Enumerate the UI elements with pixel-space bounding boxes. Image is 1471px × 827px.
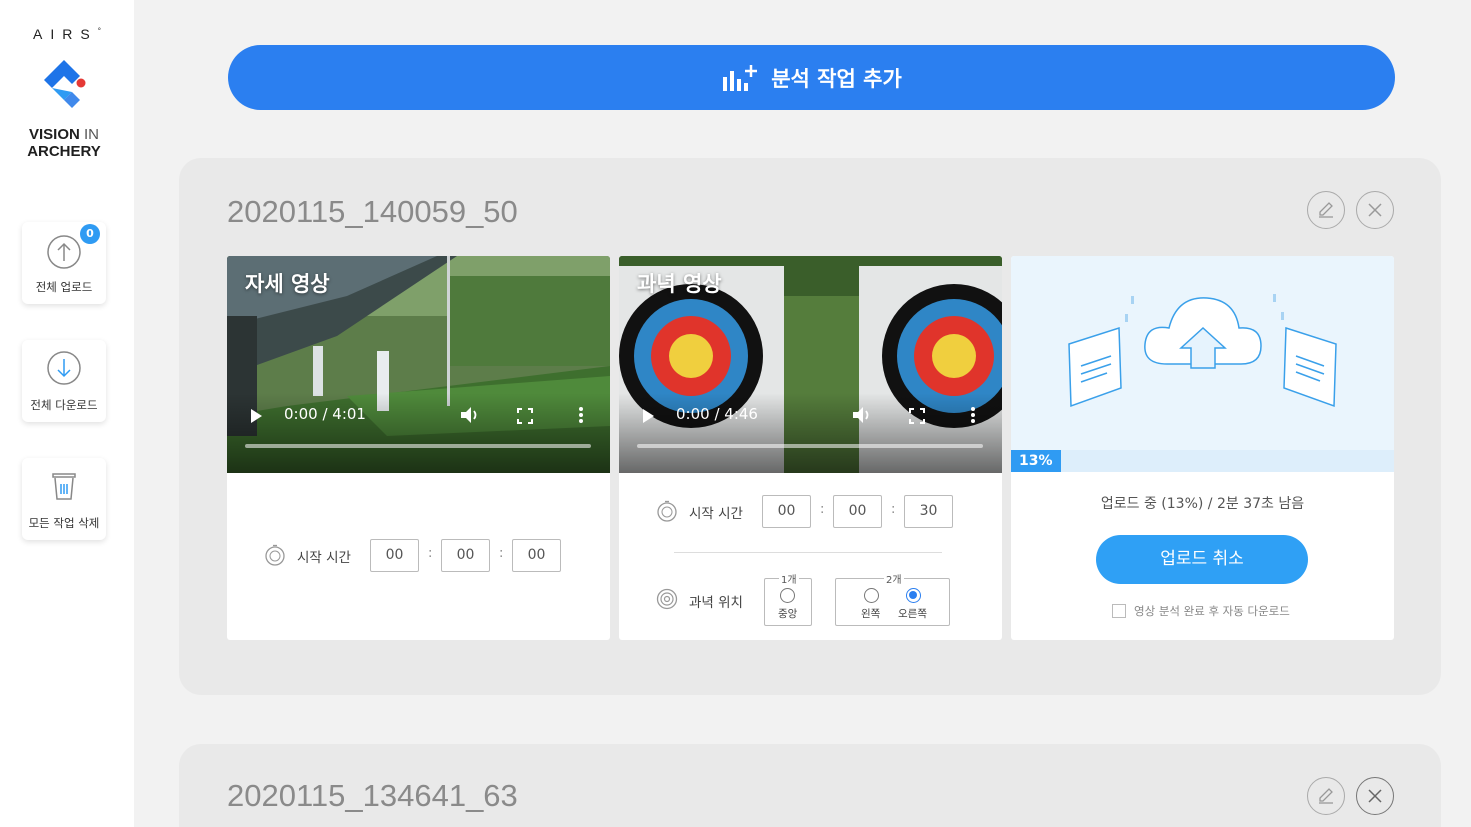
radio-center[interactable] <box>780 588 795 603</box>
fullscreen-icon[interactable] <box>517 408 533 424</box>
video-time: 0:00 / 4:01 <box>284 405 366 423</box>
time-separator: : <box>428 546 433 561</box>
stopwatch-icon <box>265 544 285 566</box>
start-minute-input[interactable]: 00 <box>833 495 882 528</box>
upload-status-text: 업로드 중 (13%) / 2분 37초 남음 <box>1100 496 1305 512</box>
more-options-icon[interactable] <box>577 406 585 424</box>
trash-icon <box>52 473 76 500</box>
upload-progress-label: 13% <box>1019 453 1053 469</box>
start-time-label: 시작 시간 <box>689 506 743 522</box>
job-card: 2020115_134641_63 <box>179 744 1441 827</box>
volume-icon[interactable] <box>851 406 873 424</box>
auto-download-checkbox[interactable] <box>1112 604 1126 618</box>
pencil-icon <box>1319 788 1333 804</box>
download-icon <box>47 351 81 385</box>
upload-progress-fill: 13% <box>1011 450 1061 472</box>
start-time-label: 시작 시간 <box>297 550 351 566</box>
start-second-input[interactable]: 30 <box>904 495 953 528</box>
add-analysis-task-button[interactable]: 분석 작업 추가 <box>228 45 1395 110</box>
sidebar: AIRS° VISION IN ARCHERY 0 전체 업로드 전체 다운로드 <box>0 0 134 827</box>
radio-right[interactable] <box>906 588 921 603</box>
target-icon <box>656 588 678 610</box>
time-separator: : <box>891 502 896 517</box>
upload-progress-bar: 13% <box>1011 450 1394 472</box>
cancel-upload-button[interactable]: 업로드 취소 <box>1096 535 1308 584</box>
double-target-group: 2개 왼쪽 오른쪽 <box>835 571 950 626</box>
brand-airs: AIRS° <box>33 26 101 42</box>
single-target-title: 1개 <box>779 571 799 586</box>
upload-count-badge: 0 <box>80 224 100 244</box>
download-all-button[interactable]: 전체 다운로드 <box>22 340 106 422</box>
auto-download-label: 영상 분석 완료 후 자동 다운로드 <box>1134 604 1290 618</box>
video-seekbar[interactable] <box>637 444 983 448</box>
start-second-input[interactable]: 00 <box>512 539 561 572</box>
job-title: 2020115_134641_63 <box>227 778 518 813</box>
edit-button[interactable] <box>1307 777 1345 815</box>
time-separator: : <box>499 546 504 561</box>
radio-left-label: 왼쪽 <box>861 608 881 620</box>
close-icon <box>1368 789 1382 803</box>
more-options-icon[interactable] <box>969 406 977 424</box>
download-all-label: 전체 다운로드 <box>30 398 98 412</box>
upload-all-label: 전체 업로드 <box>35 280 93 294</box>
target-position-label: 과녁 위치 <box>689 595 743 611</box>
remove-job-button[interactable] <box>1356 777 1394 815</box>
brand-name: VISION IN ARCHERY <box>27 126 101 160</box>
radio-left[interactable] <box>864 588 879 603</box>
delete-all-label: 모든 작업 삭제 <box>28 516 100 530</box>
cloud-upload-icon <box>1068 294 1337 408</box>
pose-video-panel: 자세 영상 0:00 / 4:01 시작 시간 00 : 00 : 00 <box>227 256 610 640</box>
radio-center-label: 중앙 <box>778 608 798 620</box>
video-seekbar[interactable] <box>245 444 591 448</box>
edit-button[interactable] <box>1307 191 1345 229</box>
upload-icon <box>47 235 81 269</box>
divider <box>674 552 942 553</box>
play-icon[interactable] <box>249 408 263 424</box>
job-card: 2020115_140059_50 자세 영상 0:00 / 4:01 시작 시… <box>179 158 1441 695</box>
stopwatch-icon <box>657 500 677 522</box>
job-title: 2020115_140059_50 <box>227 194 518 229</box>
start-hour-input[interactable]: 00 <box>762 495 811 528</box>
time-separator: : <box>820 502 825 517</box>
add-analysis-task-label: 분석 작업 추가 <box>771 66 902 91</box>
delete-all-button[interactable]: 모든 작업 삭제 <box>22 458 106 540</box>
start-hour-input[interactable]: 00 <box>370 539 419 572</box>
add-chart-icon <box>723 64 758 91</box>
play-icon[interactable] <box>641 408 655 424</box>
radio-right-label: 오른쪽 <box>898 608 927 620</box>
double-target-title: 2개 <box>884 571 904 586</box>
pencil-icon <box>1319 202 1333 218</box>
target-video-player[interactable]: 과녁 영상 0:00 / 4:46 <box>619 256 1002 473</box>
app-logo <box>44 60 86 108</box>
video-time: 0:00 / 4:46 <box>676 405 758 423</box>
remove-job-button[interactable] <box>1356 191 1394 229</box>
volume-icon[interactable] <box>459 406 481 424</box>
upload-illustration <box>1011 256 1394 472</box>
upload-all-button[interactable]: 0 전체 업로드 <box>22 222 106 304</box>
fullscreen-icon[interactable] <box>909 408 925 424</box>
target-video-panel: 과녁 영상 0:00 / 4:46 시작 시간 00 : 00 : 30 과녁 … <box>619 256 1002 640</box>
single-target-group: 1개 중앙 <box>764 571 812 626</box>
upload-panel: 13% 업로드 중 (13%) / 2분 37초 남음 업로드 취소 영상 분석… <box>1011 256 1394 640</box>
target-video-label: 과녁 영상 <box>637 272 722 296</box>
start-minute-input[interactable]: 00 <box>441 539 490 572</box>
pose-video-player[interactable]: 자세 영상 0:00 / 4:01 <box>227 256 610 473</box>
close-icon <box>1368 203 1382 217</box>
pose-video-label: 자세 영상 <box>245 272 330 296</box>
